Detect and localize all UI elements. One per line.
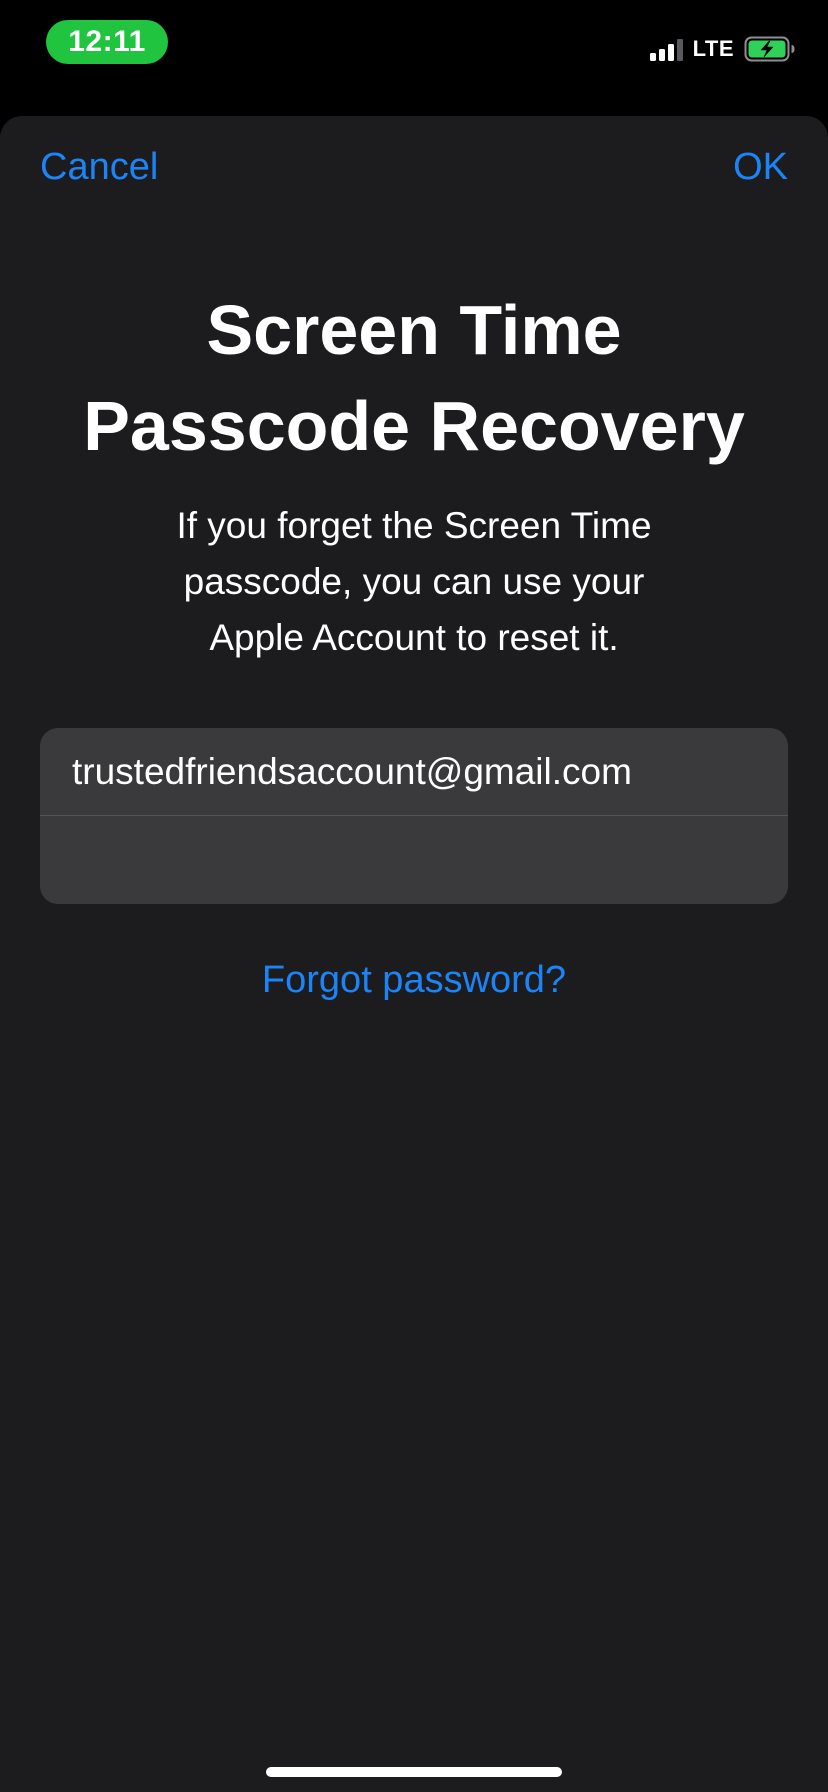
cellular-signal-icon <box>649 37 683 61</box>
description-line-1: If you forget the Screen Time <box>176 505 652 546</box>
description-line-2: passcode, you can use your <box>183 561 645 602</box>
title-line-1: Screen Time <box>206 291 622 369</box>
battery-charging-icon <box>744 36 795 62</box>
password-row <box>40 816 788 903</box>
cancel-button[interactable]: Cancel <box>40 146 158 189</box>
credentials-form <box>40 728 788 904</box>
time-indicator[interactable]: 12:11 <box>46 20 168 64</box>
title-line-2: Passcode Recovery <box>83 387 745 465</box>
description-text: If you forget the Screen Time passcode, … <box>100 498 728 666</box>
page-title: Screen Time Passcode Recovery <box>0 282 828 474</box>
home-indicator[interactable] <box>266 1767 562 1777</box>
password-field[interactable] <box>40 816 788 903</box>
apple-account-row <box>40 728 788 815</box>
apple-account-field[interactable] <box>40 728 788 815</box>
description-line-3: Apple Account to reset it. <box>209 617 619 658</box>
status-bar: 12:11 LTE <box>0 0 828 110</box>
passcode-recovery-sheet: Cancel OK Screen Time Passcode Recovery … <box>0 116 828 1792</box>
status-icons: LTE <box>649 34 796 64</box>
forgot-password-link[interactable]: Forgot password? <box>0 959 828 1002</box>
ok-button[interactable]: OK <box>733 146 788 189</box>
network-type-label: LTE <box>692 36 734 61</box>
